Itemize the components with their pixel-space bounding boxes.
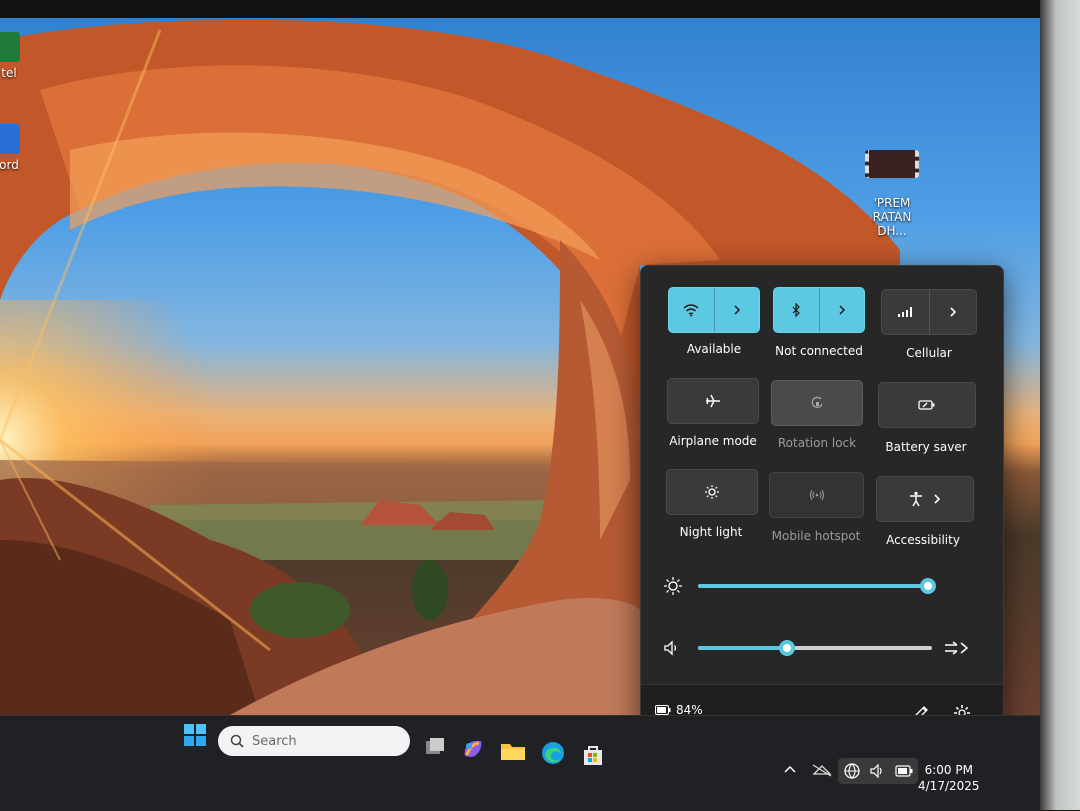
rotation-lock-icon [811,396,823,408]
wifi-toggle[interactable] [669,288,714,332]
wifi-tile[interactable] [668,287,760,333]
desktop-icon-video[interactable]: 'PREM RATAN DH... [856,136,928,252]
bluetooth-icon [792,303,801,317]
task-view-icon [426,738,444,754]
excel-app-icon [0,32,20,62]
brightness-fill [698,584,928,588]
cellular-expand-button[interactable] [928,290,977,334]
bluetooth-label: Not connected [775,344,863,358]
speaker-icon [870,764,882,778]
airplane-mode-tile[interactable] [667,378,759,424]
volume-slider-thumb[interactable] [778,640,795,656]
file-explorer-button[interactable] [498,736,528,766]
cellular-label: Cellular [906,346,952,360]
folder-icon [501,744,525,760]
copilot-icon [464,741,482,757]
chevron-right-icon [734,305,740,315]
search-icon [230,734,244,748]
task-view-button[interactable] [420,732,450,762]
battery-icon [655,705,671,715]
edge-icon [542,742,564,764]
night-light-label: Night light [679,525,743,539]
show-hidden-icons-chevron-icon[interactable] [783,764,797,774]
accessibility-icon [910,491,922,507]
accessibility-label: Accessibility [886,533,960,547]
rotation-lock-tile[interactable] [771,380,863,426]
search-placeholder: Search [252,733,297,749]
cellular-toggle[interactable] [882,290,929,334]
battery-saver-label: Battery saver [885,440,967,454]
volume-slider-row [663,636,983,660]
brightness-slider-thumb[interactable] [920,578,936,594]
audio-output-select-icon[interactable] [943,639,971,657]
wifi-expand-button[interactable] [713,288,760,332]
edge-browser-button[interactable] [538,738,568,768]
hotspot-icon [809,489,824,501]
airplane-icon [706,394,720,408]
desktop-icon-word[interactable]: ord [0,124,20,172]
cellular-tile[interactable] [881,289,977,335]
bluetooth-expand-button[interactable] [818,288,865,332]
night-light-icon [705,485,719,499]
quick-settings-tray-button[interactable] [838,758,918,784]
taskbar-clock[interactable]: 6:00 PM 4/17/2025 [918,762,980,794]
taskbar-search-box[interactable]: Search [218,726,410,756]
volume-fill [698,646,787,650]
mobile-hotspot-label: Mobile hotspot [771,529,861,543]
battery-saver-tile[interactable] [878,382,976,428]
bluetooth-tile[interactable] [773,287,865,333]
wifi-icon [683,304,699,317]
network-globe-icon [844,763,860,779]
chevron-right-icon [934,494,941,504]
copilot-button[interactable] [458,734,488,764]
mobile-hotspot-tile[interactable] [769,472,864,518]
bluetooth-toggle[interactable] [774,288,819,332]
rotation-lock-label: Rotation lock [777,436,857,450]
desktop-icon-label: tel [1,66,17,80]
taskbar: Search 6:00 PM 4/17/2025 [0,715,1040,811]
battery-saver-icon [918,400,935,410]
chevron-right-icon [839,305,845,315]
airplane-mode-label: Airplane mode [669,434,757,448]
video-file-icon [865,150,919,178]
accessibility-tile[interactable] [876,476,974,522]
wifi-label: Available [686,342,742,356]
tray-app-icon[interactable] [812,762,832,778]
start-button[interactable] [180,720,210,750]
microsoft-store-button[interactable] [578,740,608,770]
clock-time: 6:00 PM [924,763,973,777]
store-icon [584,746,602,765]
word-app-icon [0,124,20,154]
quick-settings-panel: Available Not connected Cellular Airplan… [640,265,1004,742]
screen-bezel-right [1040,0,1080,810]
windows-logo-icon [184,724,206,746]
desktop-icon-label: 'PREM RATAN DH... [872,196,912,238]
chevron-right-icon [950,307,956,317]
night-light-tile[interactable] [666,469,758,515]
battery-tray-icon [895,765,913,777]
screen-bezel-top [0,0,1040,18]
volume-icon [664,640,677,656]
brightness-slider-row [663,574,983,598]
desktop-icon-label: ord [0,158,19,172]
brightness-icon [664,577,682,595]
desktop-icon-excel[interactable]: tel [0,32,20,80]
cellular-icon [898,307,913,317]
clock-date: 4/17/2025 [918,779,980,793]
